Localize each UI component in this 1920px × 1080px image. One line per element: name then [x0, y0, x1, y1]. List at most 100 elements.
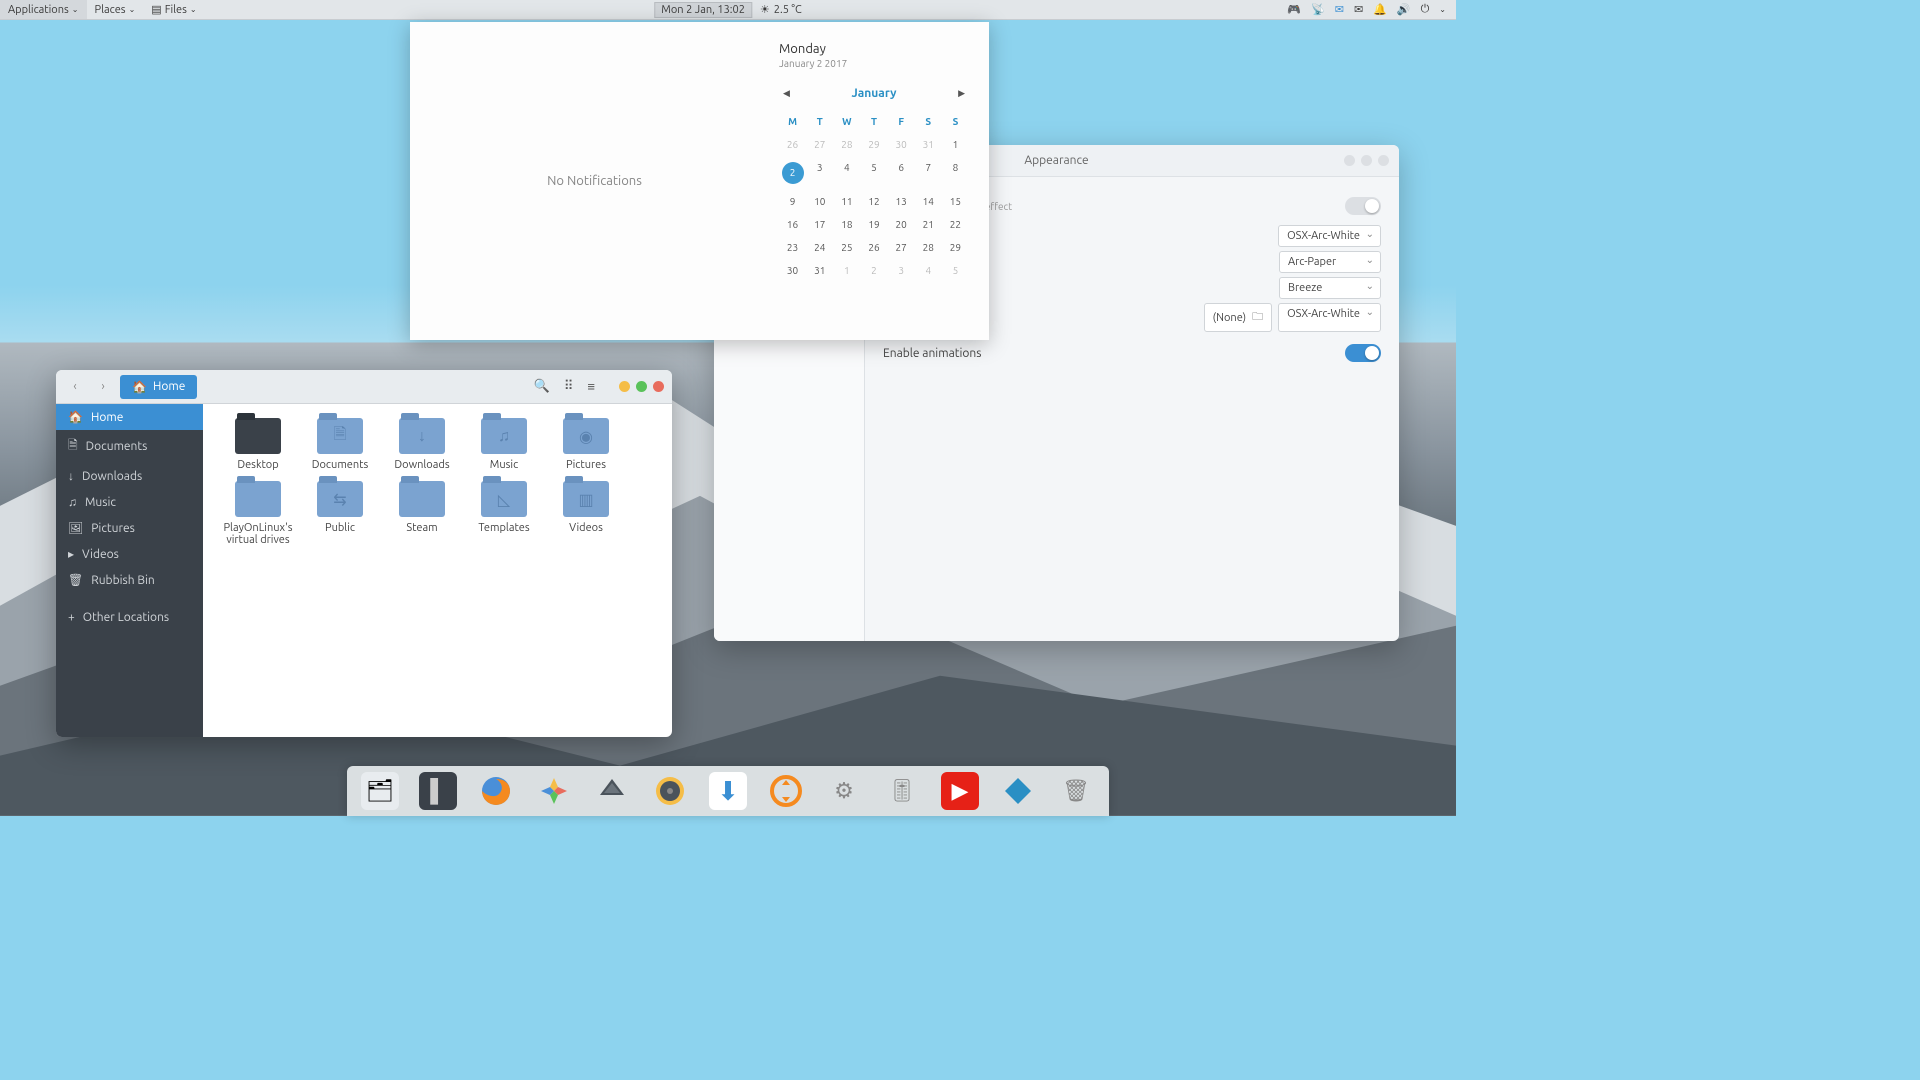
folder-documents[interactable]: 🗎Documents [299, 418, 381, 471]
toggle-global-dark[interactable]: ✕ [1345, 197, 1381, 215]
cal-day[interactable]: 29 [860, 133, 887, 156]
cal-day[interactable]: 5 [942, 259, 969, 282]
volume-icon[interactable]: 🔊 [1397, 3, 1411, 16]
dock-files[interactable]: 🗂 [361, 772, 399, 810]
fm-sidebar-rubbish-bin[interactable]: 🗑Rubbish Bin [56, 567, 203, 593]
cal-day[interactable]: 28 [833, 133, 860, 156]
cal-day[interactable]: 10 [806, 190, 833, 213]
cal-day[interactable]: 31 [915, 133, 942, 156]
cal-day[interactable]: 13 [888, 190, 915, 213]
fm-sidebar-other[interactable]: +Other Locations [56, 605, 203, 630]
panel-weather[interactable]: ☀2.5 °C [760, 3, 802, 16]
search-icon[interactable]: 🔍 [534, 379, 550, 394]
cal-day[interactable]: 17 [806, 213, 833, 236]
calendar-next[interactable]: ▶ [958, 88, 965, 99]
cal-day[interactable]: 21 [915, 213, 942, 236]
cal-day[interactable]: 18 [833, 213, 860, 236]
cal-day[interactable]: 26 [860, 236, 887, 259]
cal-day[interactable]: 26 [779, 133, 806, 156]
panel-places[interactable]: Places⌄ [87, 0, 144, 19]
cal-day[interactable]: 12 [860, 190, 887, 213]
fm-sidebar-pictures[interactable]: 🖼Pictures [56, 515, 203, 541]
cal-day[interactable]: 5 [860, 156, 887, 190]
panel-files[interactable]: ▤Files⌄ [143, 0, 204, 19]
folder-public[interactable]: ⇆Public [299, 481, 381, 546]
cal-day[interactable]: 4 [833, 156, 860, 190]
cal-day[interactable]: 9 [779, 190, 806, 213]
combo-cursor[interactable]: Breeze [1279, 277, 1381, 299]
dock-settings[interactable]: ⚙ [825, 772, 863, 810]
grid-view-icon[interactable]: ⠿ [564, 379, 574, 394]
window-maximize[interactable] [636, 381, 647, 392]
cal-day[interactable]: 16 [779, 213, 806, 236]
cal-day[interactable]: 1 [833, 259, 860, 282]
fm-forward-button[interactable]: › [92, 376, 114, 398]
panel-applications[interactable]: Applications⌄ [0, 0, 87, 19]
power-icon[interactable]: ⏻ [1421, 3, 1430, 16]
cal-day[interactable]: 30 [888, 133, 915, 156]
cal-day[interactable]: 3 [806, 156, 833, 190]
cal-day[interactable]: 29 [942, 236, 969, 259]
folder-playonlinux-s-virtual-drives[interactable]: PlayOnLinux's virtual drives [217, 481, 299, 546]
tw-minimize[interactable] [1344, 155, 1355, 166]
panel-menu-chevron[interactable]: ⌄ [1439, 5, 1446, 14]
mail-new-icon[interactable]: ✉ [1335, 3, 1344, 16]
dock-terminal[interactable]: ▌ [419, 772, 457, 810]
cal-day[interactable]: 4 [915, 259, 942, 282]
dock-kodi[interactable] [999, 772, 1037, 810]
cal-day[interactable]: 1 [942, 133, 969, 156]
folder-pictures[interactable]: ◉Pictures [545, 418, 627, 471]
calendar-prev[interactable]: ◀ [783, 88, 790, 99]
mail-icon[interactable]: ✉ [1354, 3, 1363, 16]
cal-day[interactable]: 20 [888, 213, 915, 236]
cal-day[interactable]: 27 [806, 133, 833, 156]
dock-updater[interactable] [767, 772, 805, 810]
fm-sidebar-music[interactable]: ♫Music [56, 489, 203, 515]
cal-day[interactable]: 6 [888, 156, 915, 190]
cal-day[interactable]: 22 [942, 213, 969, 236]
dock-audio[interactable]: 🎚 [883, 772, 921, 810]
cal-day[interactable]: 3 [888, 259, 915, 282]
cal-day[interactable]: 14 [915, 190, 942, 213]
cal-day[interactable]: 31 [806, 259, 833, 282]
dock-photos[interactable] [535, 772, 573, 810]
shell-theme-file[interactable]: (None)🗀 [1204, 303, 1272, 332]
tw-close[interactable] [1378, 155, 1389, 166]
folder-videos[interactable]: ▥Videos [545, 481, 627, 546]
cal-day[interactable]: 7 [915, 156, 942, 190]
cal-day[interactable]: 19 [860, 213, 887, 236]
cal-day[interactable]: 24 [806, 236, 833, 259]
cal-day[interactable]: 30 [779, 259, 806, 282]
bell-icon[interactable]: 🔔 [1373, 3, 1387, 16]
cal-day[interactable]: 2 [860, 259, 887, 282]
cal-day[interactable]: 27 [888, 236, 915, 259]
cal-day[interactable]: 8 [942, 156, 969, 190]
dock-firefox[interactable] [477, 772, 515, 810]
folder-steam[interactable]: Steam [381, 481, 463, 546]
fm-sidebar-videos[interactable]: ▸Videos [56, 541, 203, 567]
fm-sidebar-documents[interactable]: 🗎Documents [56, 430, 203, 463]
toggle-animations[interactable] [1345, 344, 1381, 362]
cal-day[interactable]: 15 [942, 190, 969, 213]
dock-inkscape[interactable] [593, 772, 631, 810]
rss-icon[interactable]: 📡 [1311, 3, 1325, 16]
window-close[interactable] [653, 381, 664, 392]
fm-sidebar-downloads[interactable]: ↓Downloads [56, 463, 203, 489]
fm-back-button[interactable]: ‹ [64, 376, 86, 398]
dock-disc[interactable] [651, 772, 689, 810]
panel-clock[interactable]: Mon 2 Jan, 13:02 [654, 2, 752, 18]
cal-day[interactable]: 11 [833, 190, 860, 213]
combo-icons[interactable]: Arc-Paper [1279, 251, 1381, 273]
fm-path-home[interactable]: 🏠Home [120, 375, 197, 399]
fm-sidebar-home[interactable]: 🏠Home [56, 404, 203, 430]
cal-day[interactable]: 23 [779, 236, 806, 259]
tw-maximize[interactable] [1361, 155, 1372, 166]
cal-day[interactable]: 2 [779, 156, 806, 190]
folder-downloads[interactable]: ↓Downloads [381, 418, 463, 471]
hamburger-icon[interactable]: ≡ [587, 379, 595, 394]
window-minimize[interactable] [619, 381, 630, 392]
dock-downloader[interactable]: ⬇ [709, 772, 747, 810]
controller-icon[interactable]: 🎮 [1287, 3, 1301, 16]
combo-shell-theme[interactable]: OSX-Arc-White [1278, 303, 1381, 332]
folder-templates[interactable]: ◺Templates [463, 481, 545, 546]
